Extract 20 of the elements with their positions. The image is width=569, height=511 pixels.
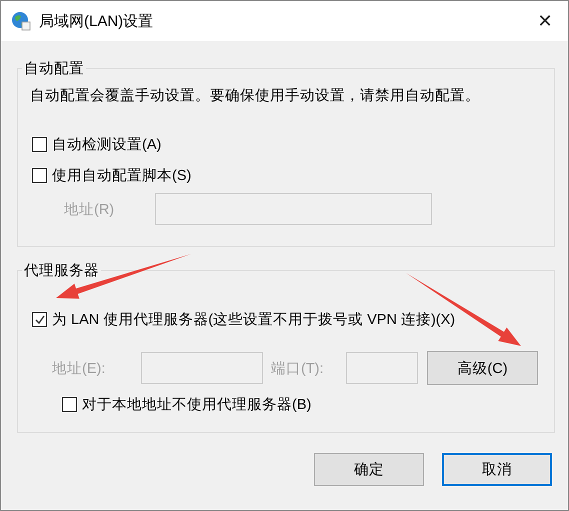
cancel-button[interactable]: 取消 [442, 453, 552, 486]
group-title: 自动配置 [23, 60, 85, 78]
checkbox-label: 对于本地地址不使用代理服务器(B) [82, 396, 312, 414]
checkbox[interactable] [32, 137, 47, 152]
group-title: 代理服务器 [23, 262, 100, 280]
field-label: 端口(T): [271, 360, 325, 378]
checkbox-label: 自动检测设置(A) [52, 136, 162, 154]
window-title: 局域网(LAN)设置 [39, 12, 154, 30]
checkbox[interactable] [62, 397, 77, 412]
close-button[interactable]: ✕ [522, 1, 568, 41]
description-text: 自动配置会覆盖手动设置。要确保使用手动设置，请禁用自动配置。 [30, 86, 481, 105]
field-label: 地址(E): [52, 360, 106, 378]
checkbox-label: 使用自动配置脚本(S) [52, 167, 192, 185]
checkbox-label: 为 LAN 使用代理服务器(这些设置不用于拨号或 VPN 连接)(X) [52, 311, 456, 329]
checkbox[interactable] [32, 312, 47, 327]
advanced-button[interactable]: 高级(C) [427, 351, 538, 385]
ok-button[interactable]: 确定 [314, 453, 424, 486]
field-label: 地址(R) [64, 200, 116, 218]
checkbox[interactable] [32, 168, 47, 183]
globe-icon [11, 11, 31, 31]
